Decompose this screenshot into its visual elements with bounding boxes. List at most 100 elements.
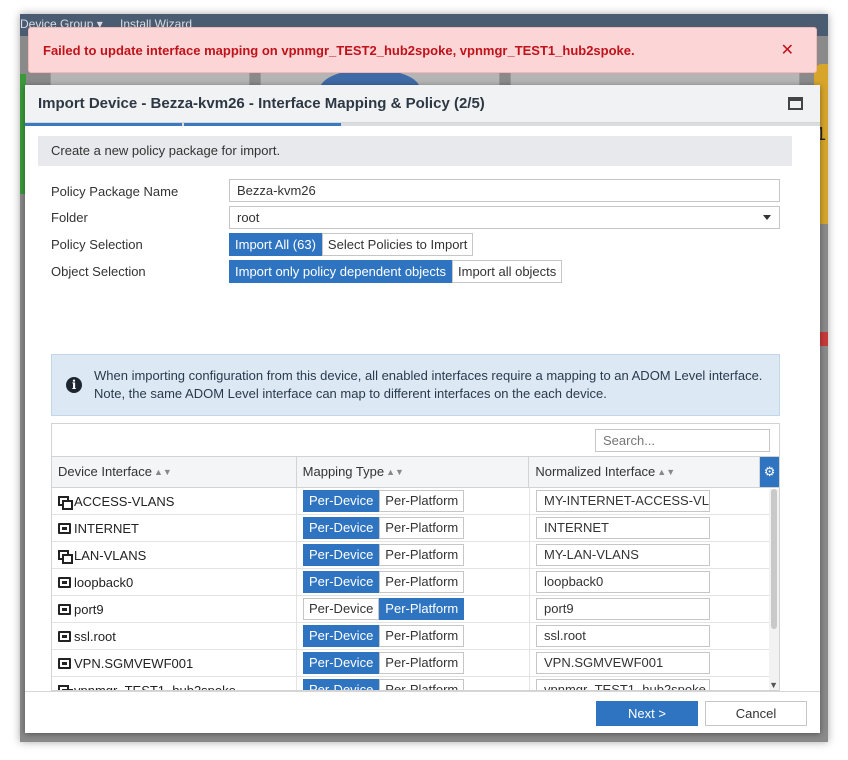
normalized-interface-input[interactable]: MY-INTERNET-ACCESS-VLA bbox=[536, 490, 710, 512]
per-platform-button[interactable]: Per-Platform bbox=[379, 679, 465, 690]
device-interface-name: LAN-VLANS bbox=[74, 547, 147, 563]
cancel-button[interactable]: Cancel bbox=[705, 701, 807, 726]
per-device-button[interactable]: Per-Device bbox=[303, 544, 380, 566]
table-row[interactable]: LAN-VLANS Per-Device Per-Platform MY-LAN-VL… bbox=[52, 542, 779, 569]
table-row[interactable]: vpnmgr_TEST1_hub2spoke Per-Device Per-Plat… bbox=[52, 677, 779, 690]
per-platform-button[interactable]: Per-Platform bbox=[379, 517, 465, 539]
object-selection-row: Object Selection bbox=[51, 259, 229, 283]
info-message: i When importing configuration from this… bbox=[51, 354, 780, 416]
column-header-label: Device Interface bbox=[58, 464, 152, 479]
scrollbar-thumb[interactable] bbox=[771, 489, 777, 629]
mapping-type-cell: Per-Device Per-Platform bbox=[297, 542, 530, 568]
device-interface-name: loopback0 bbox=[74, 574, 134, 590]
column-header-device-interface[interactable]: Device Interface ▲▼ bbox=[52, 457, 297, 487]
per-platform-button[interactable]: Per-Platform bbox=[379, 652, 465, 674]
normalized-interface-cell: INTERNET bbox=[530, 515, 761, 541]
gear-icon[interactable]: ⚙ bbox=[760, 457, 779, 487]
table-row[interactable]: ssl.root Per-Device Per-Platform ssl.root bbox=[52, 623, 779, 650]
device-interface-name: ACCESS-VLANS bbox=[74, 493, 175, 509]
close-icon[interactable]: ✕ bbox=[773, 40, 802, 60]
normalized-interface-input[interactable]: VPN.SGMVEWF001 bbox=[536, 652, 710, 674]
device-interface-name: ssl.root bbox=[74, 628, 116, 644]
table-row[interactable]: INTERNET Per-Device Per-Platform INTERNET bbox=[52, 515, 779, 542]
folder-select[interactable]: root bbox=[229, 206, 780, 229]
device-interface-cell: ssl.root bbox=[52, 623, 297, 649]
import-all-objects-button[interactable]: Import all objects bbox=[452, 260, 563, 283]
device-interface-cell: loopback0 bbox=[52, 569, 297, 595]
normalized-interface-cell: port9 bbox=[530, 596, 761, 622]
normalized-interface-cell: VPN.SGMVEWF001 bbox=[530, 650, 761, 676]
per-device-button[interactable]: Per-Device bbox=[303, 571, 380, 593]
mapping-type-toggle: Per-Device Per-Platform bbox=[303, 625, 465, 647]
per-platform-button[interactable]: Per-Platform bbox=[379, 598, 465, 620]
mapping-type-cell: Per-Device Per-Platform bbox=[297, 650, 530, 676]
device-interface-cell: VPN.SGMVEWF001 bbox=[52, 650, 297, 676]
import-dependent-objects-button[interactable]: Import only policy dependent objects bbox=[229, 260, 453, 283]
sort-icon: ▲▼ bbox=[386, 467, 404, 477]
device-interface-cell: port9 bbox=[52, 596, 297, 622]
normalized-interface-input[interactable]: vpnmgr_TEST1_hub2spoke bbox=[536, 679, 710, 690]
per-device-button[interactable]: Per-Device bbox=[303, 517, 380, 539]
search-input[interactable] bbox=[595, 429, 770, 452]
per-platform-button[interactable]: Per-Platform bbox=[379, 490, 465, 512]
mapping-type-toggle: Per-Device Per-Platform bbox=[303, 517, 465, 539]
vlan-interface-icon bbox=[58, 549, 73, 564]
info-line-2: Note, the same ADOM Level interface can … bbox=[94, 386, 607, 401]
device-interface-name: port9 bbox=[74, 601, 104, 617]
vlan-interface-icon bbox=[58, 495, 73, 510]
port-interface-icon bbox=[58, 522, 71, 534]
mapping-type-toggle: Per-Device Per-Platform bbox=[303, 598, 465, 620]
normalized-interface-cell: MY-INTERNET-ACCESS-VLA bbox=[530, 488, 761, 514]
per-device-button[interactable]: Per-Device bbox=[303, 490, 380, 512]
import-all-button[interactable]: Import All (63) bbox=[229, 233, 322, 256]
per-device-button[interactable]: Per-Device bbox=[303, 679, 380, 690]
table-body: ACCESS-VLANS Per-Device Per-Platform MY-INT… bbox=[52, 488, 779, 690]
device-interface-cell: INTERNET bbox=[52, 515, 297, 541]
table-row[interactable]: VPN.SGMVEWF001 Per-Device Per-Platform VPN.… bbox=[52, 650, 779, 677]
interface-mapping-table: Device Interface▲▼ Mapping Type▲▼ Normal… bbox=[51, 423, 780, 691]
policy-selection-label: Policy Selection bbox=[51, 236, 143, 252]
per-platform-button[interactable]: Per-Platform bbox=[379, 544, 465, 566]
mapping-type-toggle: Per-Device Per-Platform bbox=[303, 544, 465, 566]
maximize-icon[interactable] bbox=[788, 97, 803, 110]
column-header-normalized-interface[interactable]: Normalized Interface ▲▼ bbox=[529, 457, 761, 487]
normalized-interface-input[interactable]: MY-LAN-VLANS bbox=[536, 544, 710, 566]
mapping-type-toggle: Per-Device Per-Platform bbox=[303, 490, 465, 512]
scroll-down-icon[interactable]: ▼ bbox=[769, 680, 778, 690]
mapping-type-toggle: Per-Device Per-Platform bbox=[303, 571, 465, 593]
chevron-down-icon bbox=[763, 215, 771, 220]
policy-package-name-input[interactable]: Bezza-kvm26 bbox=[229, 179, 780, 202]
next-button[interactable]: Next > bbox=[596, 701, 698, 726]
per-platform-button[interactable]: Per-Platform bbox=[379, 625, 465, 647]
policy-package-name-label: Policy Package Name bbox=[51, 183, 179, 199]
table-row[interactable]: loopback0 Per-Device Per-Platform loopback0 bbox=[52, 569, 779, 596]
normalized-interface-input[interactable]: loopback0 bbox=[536, 571, 710, 593]
dialog-header: Import Device - Bezza-kvm26 - Interface … bbox=[25, 85, 820, 123]
normalized-interface-input[interactable]: INTERNET bbox=[536, 517, 710, 539]
per-device-button[interactable]: Per-Device bbox=[303, 652, 380, 674]
device-interface-cell: LAN-VLANS bbox=[52, 542, 297, 568]
device-interface-cell: vpnmgr_TEST1_hub2spoke bbox=[52, 677, 297, 690]
normalized-interface-cell: loopback0 bbox=[530, 569, 761, 595]
table-header: Device Interface ▲▼ Mapping Type ▲▼ Normal… bbox=[52, 457, 779, 488]
dialog-title: Import Device - Bezza-kvm26 - Interface … bbox=[38, 95, 485, 112]
table-row[interactable]: ACCESS-VLANS Per-Device Per-Platform MY-INT… bbox=[52, 488, 779, 515]
table-row[interactable]: port9 Per-Device Per-Platform port9 bbox=[52, 596, 779, 623]
normalized-interface-input[interactable]: port9 bbox=[536, 598, 710, 620]
object-selection-toggle: Import only policy dependent objects Imp… bbox=[229, 260, 563, 283]
normalized-interface-input[interactable]: ssl.root bbox=[536, 625, 710, 647]
port-interface-icon bbox=[58, 630, 71, 642]
per-device-button[interactable]: Per-Device bbox=[303, 598, 380, 620]
table-scrollbar[interactable]: ▼ bbox=[769, 489, 779, 690]
mapping-type-toggle: Per-Device Per-Platform bbox=[303, 652, 465, 674]
per-platform-button[interactable]: Per-Platform bbox=[379, 571, 465, 593]
policy-package-name-row: Policy Package Name bbox=[51, 179, 229, 203]
mapping-type-cell: Per-Device Per-Platform bbox=[297, 488, 530, 514]
object-selection-label: Object Selection bbox=[51, 263, 146, 279]
select-policies-button[interactable]: Select Policies to Import bbox=[321, 233, 474, 256]
device-interface-name: INTERNET bbox=[74, 520, 139, 536]
per-device-button[interactable]: Per-Device bbox=[303, 625, 380, 647]
column-header-mapping-type[interactable]: Mapping Type ▲▼ bbox=[297, 457, 530, 487]
normalized-interface-cell: MY-LAN-VLANS bbox=[530, 542, 761, 568]
column-header-label: Normalized Interface bbox=[535, 464, 656, 479]
